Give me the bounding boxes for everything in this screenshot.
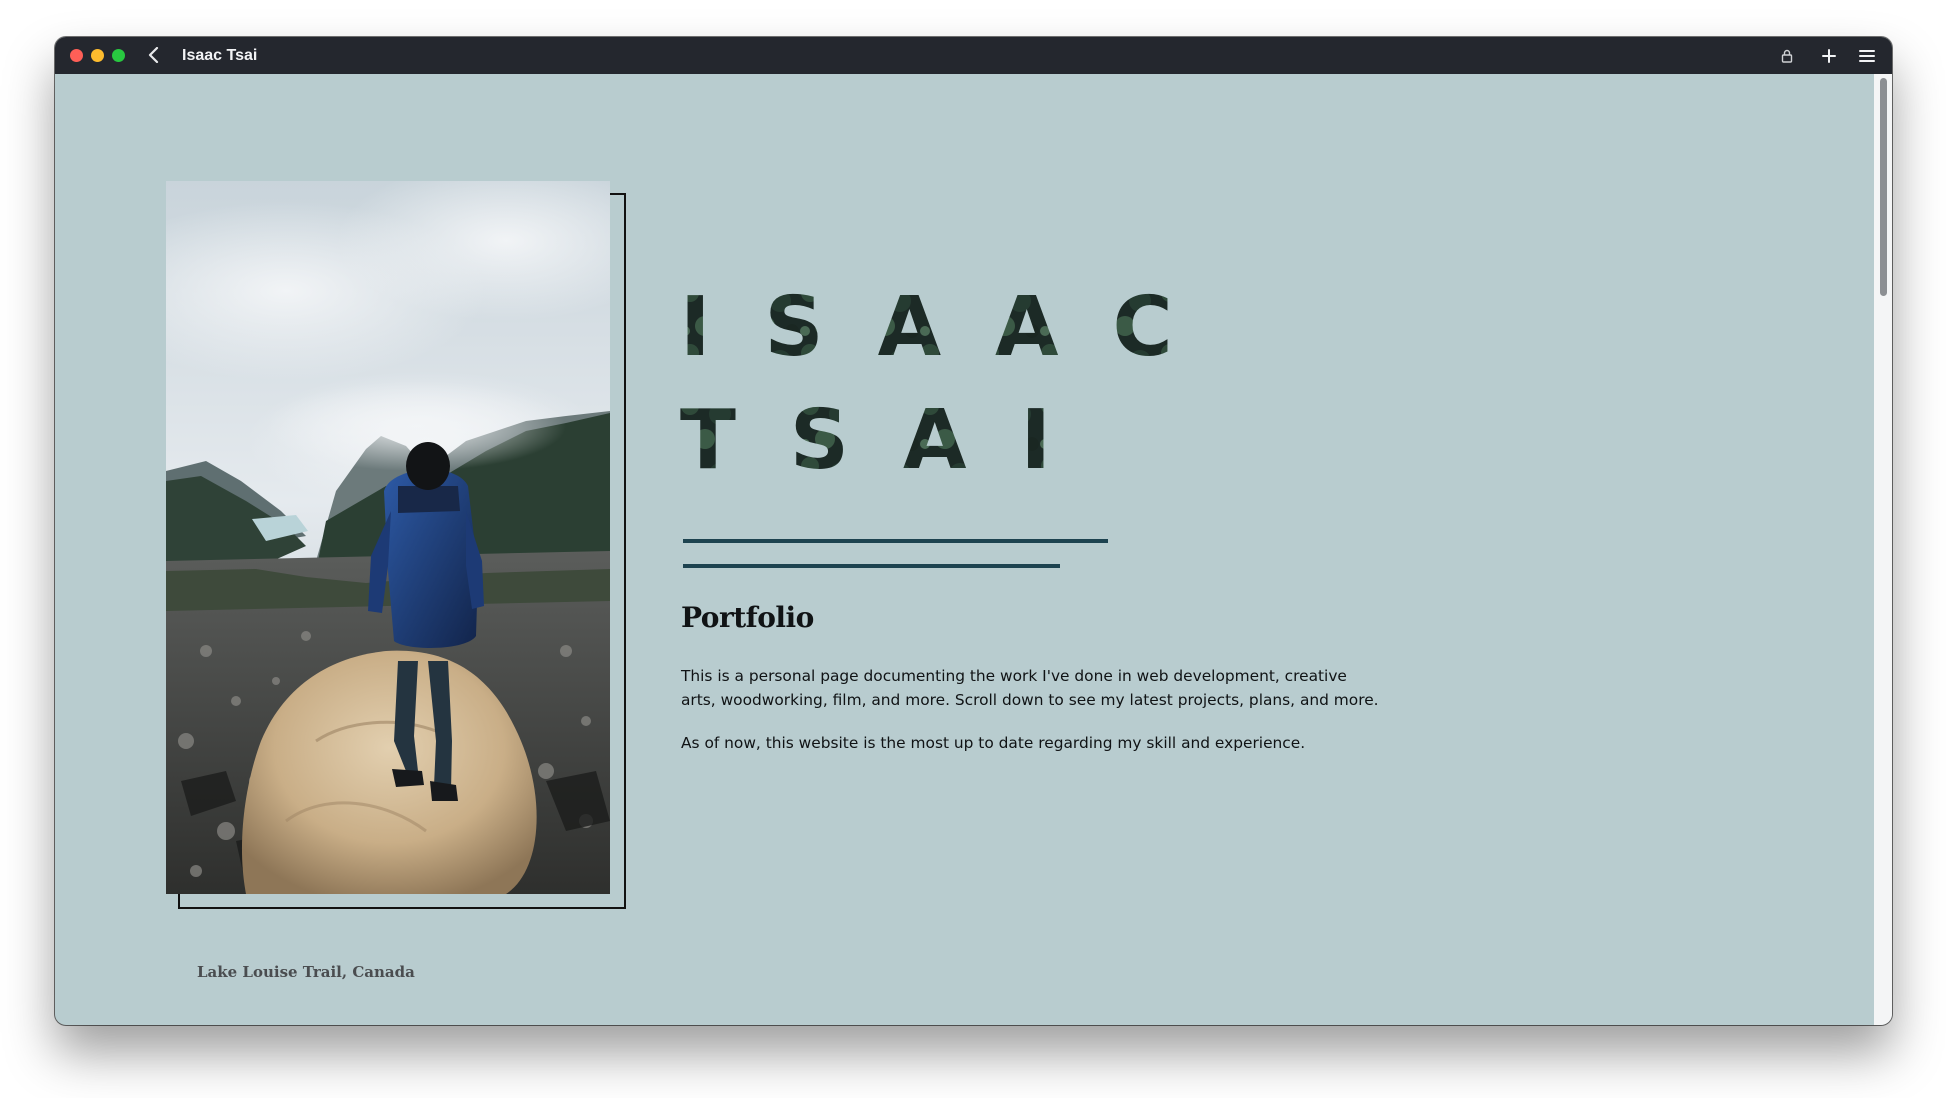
window-title: Isaac Tsai <box>182 47 258 64</box>
name-second-line: TSAI <box>680 393 1051 488</box>
name-first-line: ISAAC <box>680 280 1173 375</box>
menu-button[interactable] <box>1854 43 1880 69</box>
minimize-window-button[interactable] <box>91 49 104 62</box>
status-paragraph: As of now, this website is the most up t… <box>681 734 1306 752</box>
hero-photo <box>166 181 610 894</box>
chevron-left-icon <box>148 47 159 63</box>
scrollbar-track[interactable] <box>1874 74 1892 1025</box>
section-title: Portfolio <box>681 601 814 634</box>
name-second-line-text: TSAI <box>680 393 1105 488</box>
name-first-line-text: ISAAC <box>680 280 1227 375</box>
scrollbar-thumb[interactable] <box>1880 78 1887 296</box>
title-bar: Isaac Tsai <box>55 37 1892 74</box>
maximize-window-button[interactable] <box>112 49 125 62</box>
new-tab-button[interactable] <box>1816 43 1842 69</box>
intro-paragraph: This is a personal page documenting the … <box>681 667 1379 709</box>
lock-button[interactable] <box>1774 43 1800 69</box>
hamburger-menu-icon <box>1859 50 1875 62</box>
divider-long <box>683 539 1108 543</box>
plus-icon <box>1822 49 1836 63</box>
photo-caption: Lake Louise Trail, Canada <box>197 963 415 981</box>
close-window-button[interactable] <box>70 49 83 62</box>
divider-short <box>683 564 1060 568</box>
browser-window: Isaac Tsai Lake Louise Trail, Canada ISA… <box>55 37 1892 1025</box>
back-button[interactable] <box>142 43 166 67</box>
page-viewport[interactable]: Lake Louise Trail, Canada ISAAC TSAI Por… <box>55 74 1874 1025</box>
lock-icon <box>1781 49 1793 63</box>
